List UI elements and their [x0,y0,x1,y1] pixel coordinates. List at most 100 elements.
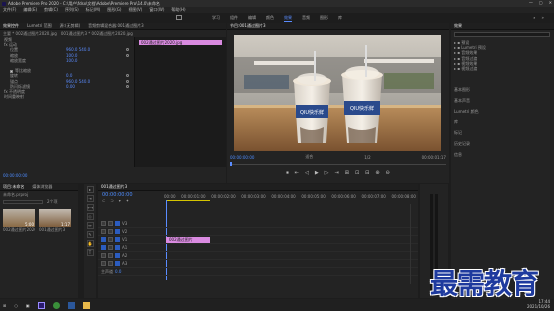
timeline-vertical-scrollbar[interactable] [410,204,415,284]
tab-effect-controls[interactable]: 效果控件 [3,23,19,29]
more-icon[interactable]: » [542,15,544,20]
keyframe-toggle-icon[interactable] [126,74,129,78]
task-view-icon[interactable]: ▣ [26,303,30,308]
step-back-button[interactable]: ◁ [305,170,309,176]
panel-history[interactable]: 历史记录 [454,139,550,150]
windows-start-icon[interactable]: ⊞ [3,303,6,308]
workspace-libraries[interactable]: 库 [338,15,342,21]
type-tool-icon[interactable]: T [86,249,94,256]
ruler-tick: 00:00:06:00 [331,194,356,199]
ec-clip-bar[interactable]: 002通过图片2020.jpg [139,40,222,45]
selection-tool-icon[interactable]: ▸ [86,186,94,193]
lift-button[interactable]: ⊞ [345,170,349,176]
workspace-learn[interactable]: 学习 [212,15,220,21]
ec-tabbar: 效果控件 Lumetri 范围 源:(无剪辑) 音频剪辑混合器:001通过图片3 [0,23,226,30]
tab-effects[interactable]: 效果 [454,23,462,29]
chrome-icon[interactable] [52,301,60,309]
premiere-icon [2,1,6,6]
keyframe-toggle-icon[interactable] [126,79,129,83]
panel-info[interactable]: 信息 [454,150,550,161]
workspace-assembly[interactable]: 组件 [230,15,238,21]
keyframe-toggle-icon[interactable] [126,53,129,57]
work-area-bar[interactable] [166,200,210,201]
ec-sequence-label[interactable]: 001通过图片3 * 002通过图片2020.jpg [61,31,133,37]
project-item-photo[interactable]: 5:00 002通过图片2020 [3,209,35,233]
search-icon[interactable]: ○ [14,303,18,308]
tab-source[interactable]: 源:(无剪辑) [60,23,80,29]
settings-button[interactable]: ⊖ [386,170,390,176]
slip-tool-icon[interactable]: ↔ [86,222,94,229]
go-to-in-button[interactable]: ⇤ [295,170,299,176]
effects-panel: 效果 ▸ ▪ 预设 ▸ ▪ Lumetri 预设 ▸ ▪ 音频效果 ▸ ▪ 音频… [451,23,554,299]
ec-master-label[interactable]: 主要 * 002通过图片2020.jpg [3,31,57,37]
track-a3: A3 [98,260,418,268]
panel-essential-sound[interactable]: 基本声音 [454,96,550,107]
panel-markers[interactable]: 标记 [454,128,550,139]
tab-media-browser[interactable]: 媒体浏览器 [32,184,52,190]
marker-button[interactable]: ⏹ [286,170,289,176]
timeline-clip[interactable]: 002通过图片2020.jpg [166,237,210,248]
program-playhead-bar[interactable] [230,162,446,166]
ec-time-remap[interactable]: 时间重映射 [0,94,132,99]
razor-tool-icon[interactable]: ◇ [86,213,94,220]
panel-libraries[interactable]: 库 [454,117,550,128]
close-button[interactable]: ✕ [549,0,552,5]
program-timecode-current[interactable]: 00:00:00:00 [230,155,254,160]
tab-project[interactable]: 项目:未命名 [3,184,24,190]
tab-program[interactable]: 节目:001通过图片3 [230,23,266,29]
ec-mini-timeline: 002通过图片2020.jpg [134,37,226,167]
wrench-icon[interactable]: ✦ [126,198,129,203]
panel-essential-graphics[interactable]: 基本图形 [454,85,550,96]
project-file-name: 未命名.prproj [3,192,29,197]
step-forward-button[interactable]: ▷ [325,170,329,176]
hand-tool-icon[interactable]: ✋ [86,240,94,247]
watermark-logo: 最需教育 [430,267,539,300]
effects-search-input[interactable] [454,32,550,37]
home-icon[interactable] [176,15,182,20]
ruler-tick: 00:00:02:00 [211,194,236,199]
track-select-tool-icon[interactable]: ⇥ [86,195,94,202]
ec-timecode[interactable]: 00:00:00:00 [3,173,27,178]
program-fit-dropdown[interactable]: 适合 [305,154,313,160]
project-panel: 项目:未命名 媒体浏览器 未命名.prproj 2个项 5:00 002通过图片… [0,184,78,298]
go-to-out-button[interactable]: ⇥ [335,170,339,176]
add-button[interactable]: ⊕ [375,170,379,176]
tab-audio-mixer[interactable]: 音频剪辑混合器:001通过图片3 [88,23,144,29]
keyframe-toggle-icon[interactable] [126,48,129,52]
timeline-panel: 001通过图片3 00:00:00:00 ⊂ ⊃ ▾ ✦ 00:00 00:00… [98,184,418,298]
premiere-taskbar-icon[interactable] [37,301,45,309]
workspace-graphics[interactable]: 图形 [320,15,328,21]
tab-sequence[interactable]: 001通过图片3 [101,184,127,190]
extract-button[interactable]: ⊡ [355,170,359,176]
play-button[interactable]: ▶ [315,170,319,176]
keyframe-toggle-icon[interactable] [126,84,129,88]
effects-folder-video-transitions[interactable]: ▸ ▪ 视频过渡 [454,66,550,71]
program-video-frame: QIU快乐鲜 QIU快乐鲜 [234,35,441,151]
track-v2: V2 [98,228,418,236]
project-item-count: 2个项 [47,199,58,204]
folder-icon[interactable] [82,301,90,309]
panel-lumetri-color[interactable]: Lumetri 颜色 [454,107,550,118]
program-playhead[interactable] [230,162,232,166]
maximize-button[interactable]: ▢ [539,0,543,5]
search-icon[interactable]: ⌕ [533,15,535,20]
ripple-edit-tool-icon[interactable]: ⟷ [86,204,94,211]
program-resolution-dropdown[interactable]: 1/2 [364,155,370,160]
pen-tool-icon[interactable]: ✎ [86,231,94,238]
workspace-effects[interactable]: 效果 [284,15,292,22]
export-frame-button[interactable]: ⊟ [365,170,369,176]
project-item-sequence[interactable]: 1:17 001通过图片3 [39,209,71,233]
linked-selection-icon[interactable]: ⊃ [110,198,113,203]
snap-icon[interactable]: ⊂ [102,198,105,203]
window-title: Adobe Premiere Pro 2020 - C:\用户\fdsx\文档\… [8,0,160,6]
workspace-editing[interactable]: 编辑 [248,15,256,21]
workspace-audio[interactable]: 音频 [302,15,310,21]
track-a2: A2 [98,252,418,260]
track-master: 主声道 0.0 [98,268,418,276]
word-icon[interactable] [67,301,75,309]
workspace-color[interactable]: 颜色 [266,15,274,21]
minimize-button[interactable]: — [529,0,533,5]
project-search-input[interactable] [3,200,43,204]
add-marker-icon[interactable]: ▾ [119,198,121,203]
tab-lumetri-scopes[interactable]: Lumetri 范围 [27,23,52,29]
